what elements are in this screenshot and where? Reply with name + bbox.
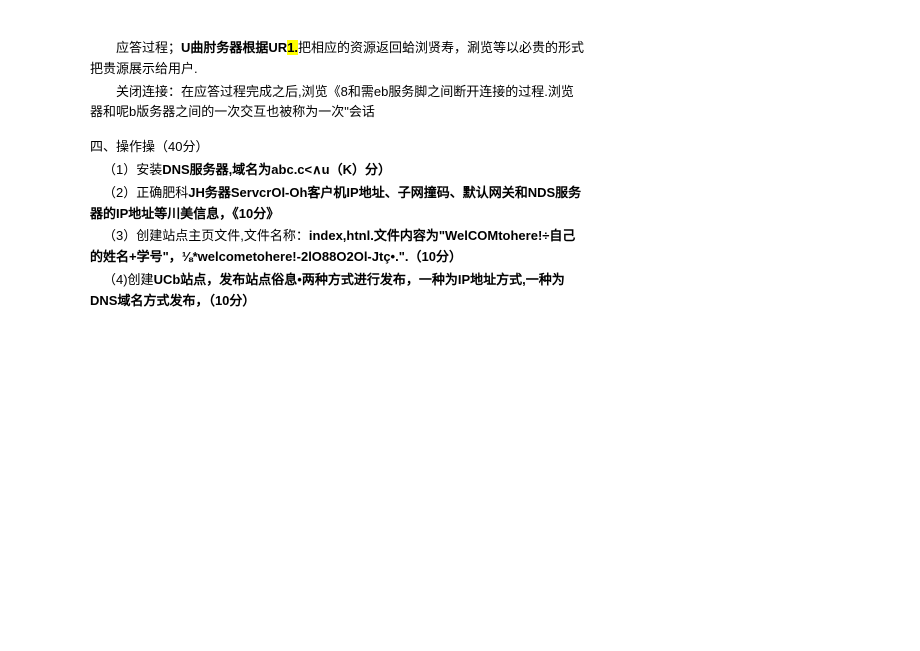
paragraph-item-3: （3）创建站点主页文件,文件名称：index,htnl.文件内容为"WelCOM… (90, 226, 585, 268)
text: 四、操作操（40分） (90, 139, 208, 154)
text-b: DNS服务器,域名为abc.c<∧u（K）分） (162, 162, 391, 177)
text-a: （2）正确肥科 (103, 185, 188, 200)
document-content: 应答过程；U曲肘务器根据UR1.把相应的资源返回蛤浏贤寿，涮览等以必贵的形式把贵… (90, 38, 585, 312)
text-pre: 应答过程； (116, 40, 181, 55)
paragraph-item-1: （1）安装DNS服务器,域名为abc.c<∧u（K）分） (90, 160, 585, 181)
text-a: （1）安装 (103, 162, 162, 177)
text-bold-1: U曲肘务器根据UR (181, 40, 287, 55)
text-a: （3）创建站点主页文件,文件名称： (103, 228, 309, 243)
section-heading-4: 四、操作操（40分） (90, 137, 585, 158)
text: 关闭连接：在应答过程完成之后,浏览《8和需eb服务脚之间断开连接的过程.浏览器和… (90, 84, 574, 120)
text-a: （4)创建 (103, 272, 154, 287)
paragraph-close-connection: 关闭连接：在应答过程完成之后,浏览《8和需eb服务脚之间断开连接的过程.浏览器和… (90, 82, 585, 124)
paragraph-response: 应答过程；U曲肘务器根据UR1.把相应的资源返回蛤浏贤寿，涮览等以必贵的形式把贵… (90, 38, 585, 80)
paragraph-item-2: （2）正确肥科JH务器ServcrOl-Oh客户机IP地址、子网撞码、默认网关和… (90, 183, 585, 225)
text-b: UCb站点，发布站点俗息•两种方式进行发布，一种为IP地址方式,一种为DNS域名… (90, 272, 565, 308)
text-highlight: 1. (287, 40, 298, 55)
paragraph-item-4: （4)创建UCb站点，发布站点俗息•两种方式进行发布，一种为IP地址方式,一种为… (90, 270, 585, 312)
